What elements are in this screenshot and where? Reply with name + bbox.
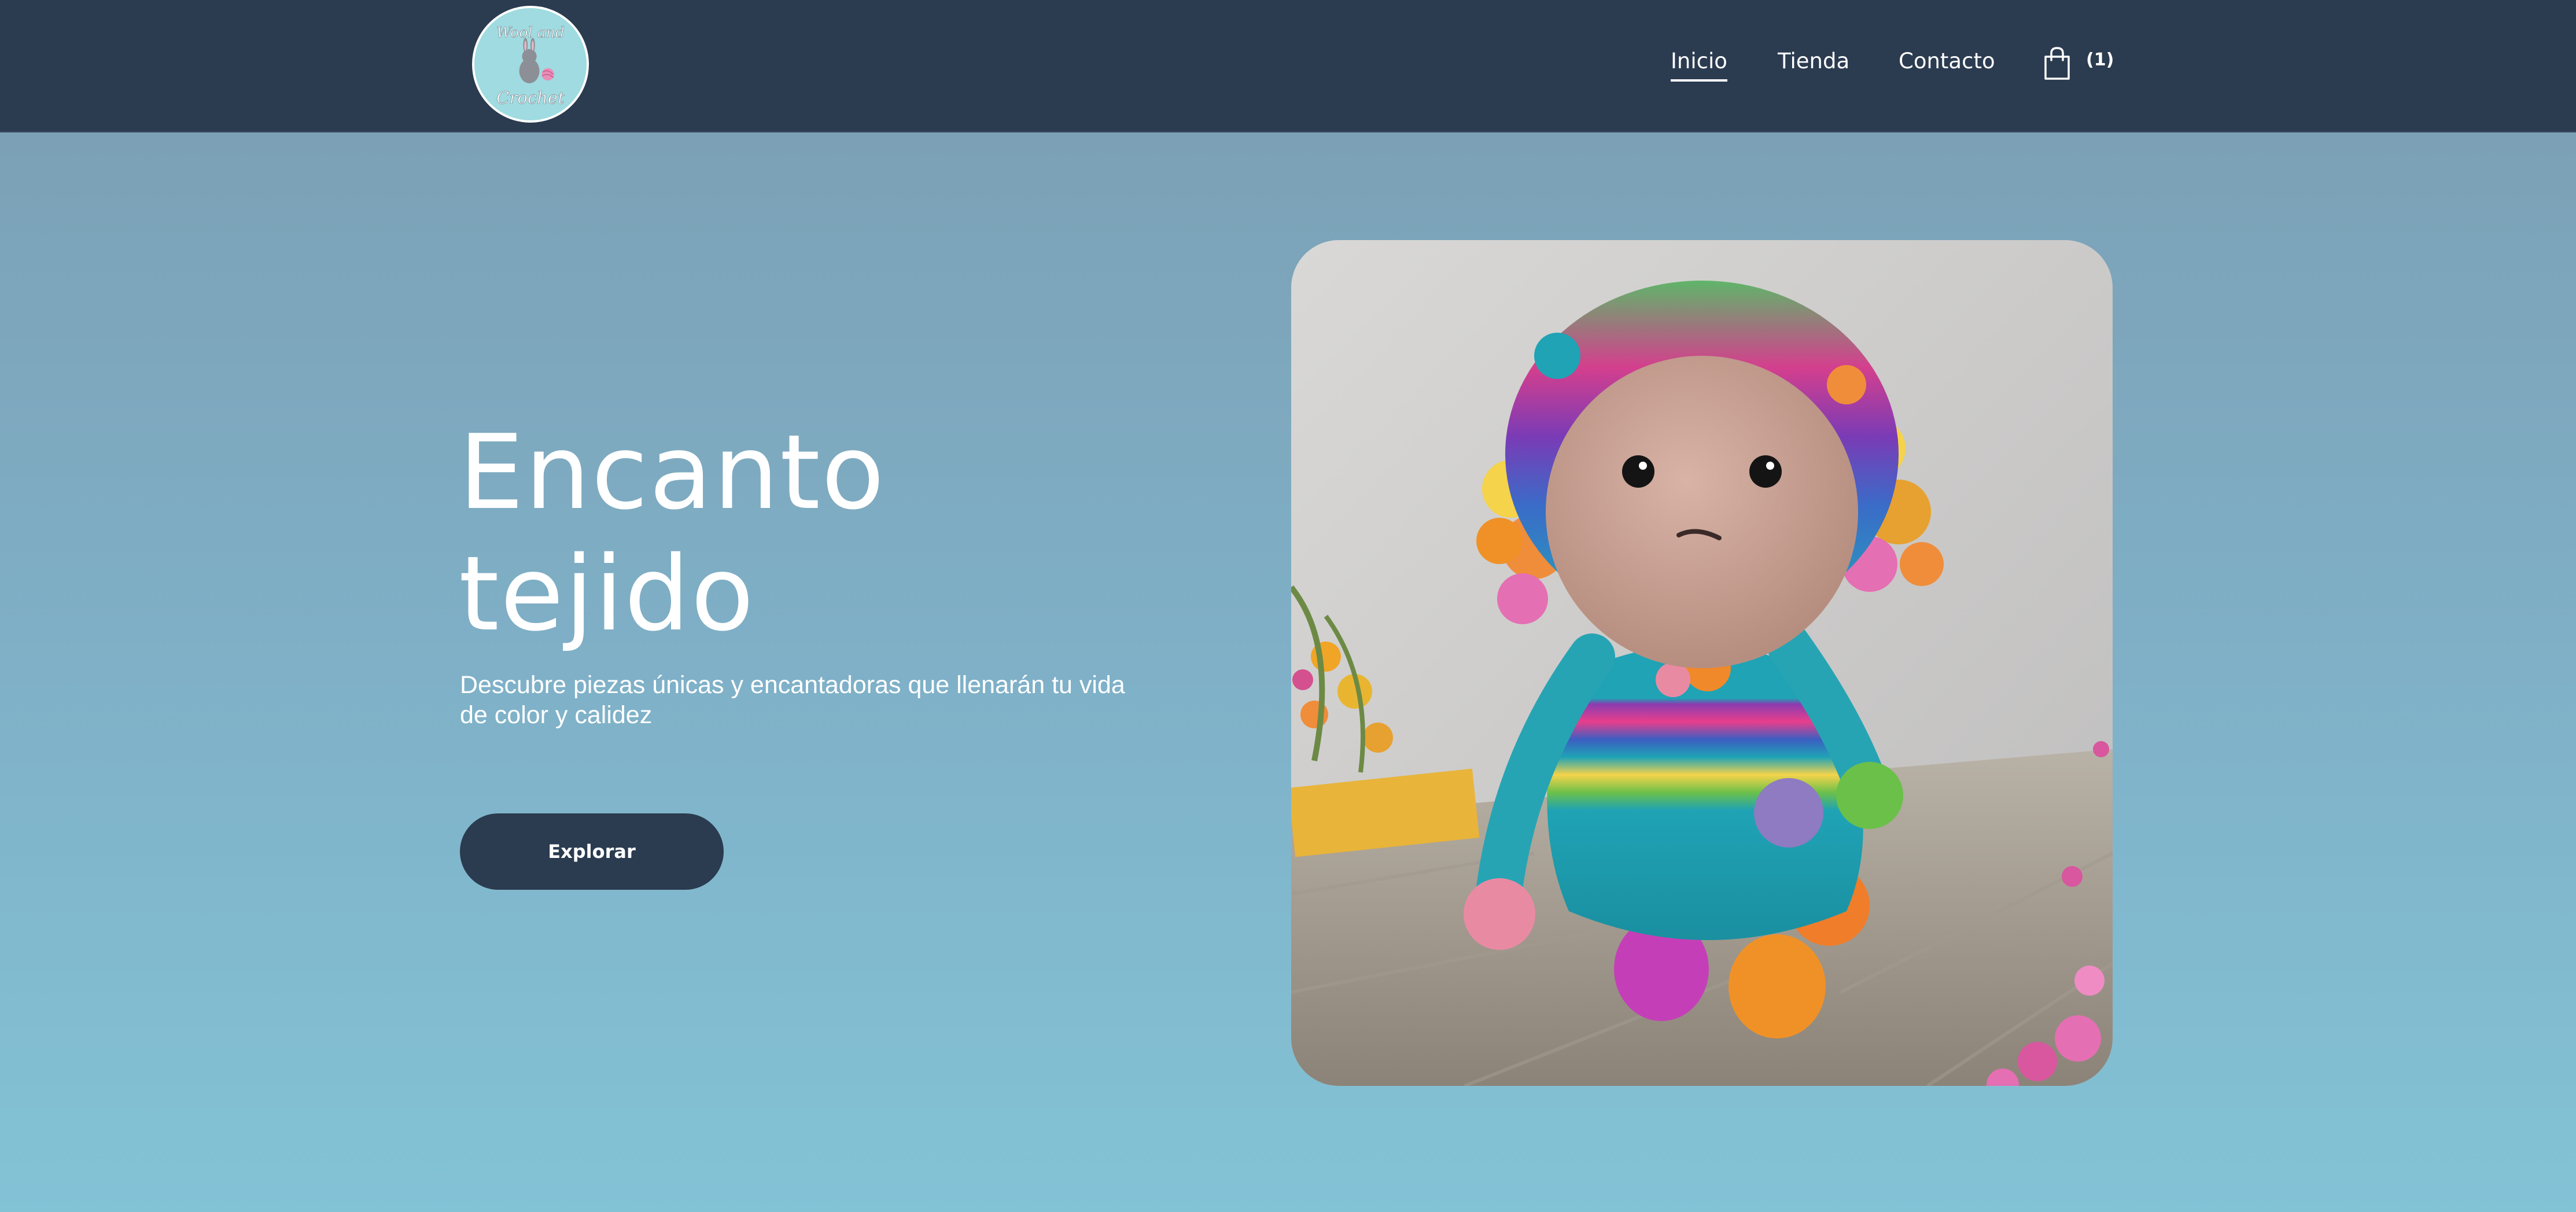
nav-link-tienda[interactable]: Tienda [1778, 49, 1849, 73]
crochet-doll-illustration [1291, 240, 2113, 1086]
hero-title-line1: Encanto [459, 412, 886, 532]
explore-button[interactable]: Explorar [460, 813, 724, 890]
brand-logo[interactable]: Wool and Crochet [472, 6, 589, 123]
bunny-icon: Wool and Crochet [474, 8, 587, 120]
hero-title-line2: tejido [459, 534, 756, 654]
shopping-bag-icon [2044, 47, 2070, 80]
cart-count-badge[interactable]: (1) [2086, 50, 2114, 70]
hero-product-image [1291, 240, 2113, 1086]
nav-link-inicio[interactable]: Inicio [1671, 49, 1727, 82]
site-header: Wool and Crochet Inicio Tienda Contacto … [0, 0, 2576, 132]
hero-subtitle: Descubre piezas únicas y encantadoras qu… [460, 671, 1125, 729]
svg-text:Wool and: Wool and [496, 24, 565, 40]
nav-link-contacto[interactable]: Contacto [1899, 49, 1995, 73]
hero-title: Encanto tejido [459, 412, 1095, 655]
svg-text:Crochet: Crochet [496, 88, 565, 108]
cart-button[interactable] [2042, 46, 2072, 81]
